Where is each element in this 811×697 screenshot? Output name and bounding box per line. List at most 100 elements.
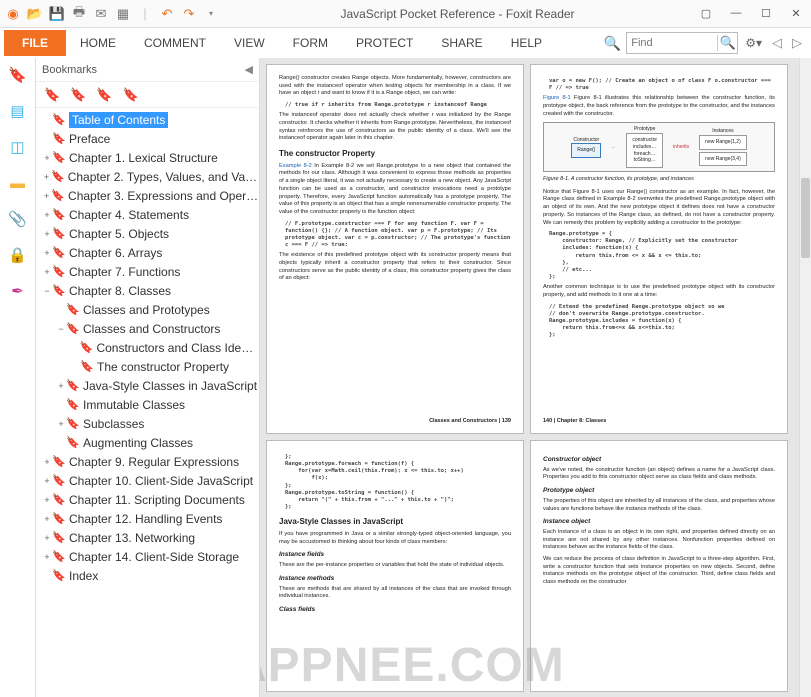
goto-bookmark-icon[interactable]: 🔖 [96, 87, 112, 103]
bookmark-item[interactable]: +🔖Chapter 12. Handling Events [42, 509, 259, 528]
tab-comment[interactable]: COMMENT [130, 30, 220, 56]
comments-tab-icon[interactable]: ▬ [7, 172, 29, 194]
bookmark-item[interactable]: +🔖Chapter 14. Client-Side Storage [42, 547, 259, 566]
bookmark-item[interactable]: +🔖Constructors and Class Identity [42, 338, 259, 357]
expand-all-icon[interactable]: 🔖 [44, 87, 60, 103]
bookmark-item[interactable]: +🔖Chapter 2. Types, Values, and Variable… [42, 167, 259, 186]
close-button[interactable]: ✕ [785, 7, 807, 20]
bookmark-item[interactable]: +🔖Chapter 1. Lexical Structure [42, 148, 259, 167]
bookmark-label: Chapter 9. Regular Expressions [69, 455, 239, 469]
undo-icon[interactable]: ↶ [158, 5, 176, 23]
find-next-icon[interactable]: ▷ [789, 35, 805, 51]
tree-toggle-icon[interactable]: + [42, 552, 52, 562]
tab-share[interactable]: SHARE [427, 30, 496, 56]
scrollbar-thumb[interactable] [801, 178, 810, 258]
find-prev-icon[interactable]: ◁ [769, 35, 785, 51]
page-142: Constructor object As we've noted, the c… [530, 440, 788, 692]
tab-file[interactable]: FILE [4, 30, 66, 56]
bookmarks-tab-icon[interactable]: 🔖 [7, 64, 29, 86]
signatures-tab-icon[interactable]: ✒ [7, 280, 29, 302]
tree-toggle-icon[interactable]: + [42, 533, 52, 543]
bookmark-icon: 🔖 [52, 151, 66, 164]
delete-bookmark-icon[interactable]: 🔖 [123, 87, 139, 103]
bookmark-label: Preface [69, 132, 110, 146]
tab-protect[interactable]: PROTECT [342, 30, 427, 56]
bookmark-item[interactable]: +🔖Subclasses [42, 414, 259, 433]
tree-toggle-icon[interactable]: + [42, 514, 52, 524]
tree-toggle-icon[interactable]: + [42, 267, 52, 277]
find-go-icon[interactable]: 🔍 [717, 35, 737, 51]
tab-form[interactable]: FORM [279, 30, 342, 56]
layers-tab-icon[interactable]: ◫ [7, 136, 29, 158]
bookmark-icon: 🔖 [52, 455, 66, 468]
bookmark-icon: 🔖 [52, 531, 66, 544]
bookmark-item[interactable]: +🔖Chapter 7. Functions [42, 262, 259, 281]
qat-dropdown-icon[interactable]: ▾ [202, 5, 220, 23]
tree-toggle-icon[interactable]: + [42, 457, 52, 467]
bookmark-item[interactable]: +🔖Immutable Classes [42, 395, 259, 414]
tab-help[interactable]: HELP [497, 30, 556, 56]
tree-toggle-icon[interactable]: + [42, 495, 52, 505]
email-icon[interactable]: ✉ [92, 5, 110, 23]
tree-toggle-icon[interactable]: + [56, 381, 66, 391]
new-bookmark-icon[interactable]: 🔖 [70, 87, 86, 103]
bookmark-icon: 🔖 [52, 284, 66, 297]
open-icon[interactable]: 📂 [26, 5, 44, 23]
left-nav-rail: 🔖 ▤ ◫ ▬ 📎 🔒 ✒ [0, 58, 36, 697]
bookmark-item[interactable]: +🔖Chapter 4. Statements [42, 205, 259, 224]
tree-toggle-icon[interactable]: + [56, 419, 66, 429]
tab-home[interactable]: HOME [66, 30, 130, 56]
bookmark-item[interactable]: +🔖Chapter 13. Networking [42, 528, 259, 547]
bookmark-item[interactable]: +🔖Chapter 9. Regular Expressions [42, 452, 259, 471]
tree-toggle-icon[interactable]: + [42, 172, 51, 182]
bookmark-item[interactable]: +🔖Java-Style Classes in JavaScript [42, 376, 259, 395]
print-icon[interactable]: 🖶 [70, 5, 88, 23]
tree-toggle-icon[interactable]: + [42, 153, 52, 163]
ribbon-tabs: FILE HOME COMMENT VIEW FORM PROTECT SHAR… [0, 28, 811, 58]
tab-view[interactable]: VIEW [220, 30, 279, 56]
bookmark-icon: 🔖 [66, 398, 80, 411]
minimize-button[interactable]: — [725, 7, 747, 20]
bookmark-item[interactable]: +🔖Chapter 3. Expressions and Operators [42, 186, 259, 205]
find-input[interactable] [627, 37, 717, 49]
bookmark-item[interactable]: +🔖Chapter 11. Scripting Documents [42, 490, 259, 509]
bookmark-item[interactable]: +🔖Augmenting Classes [42, 433, 259, 452]
bookmark-icon: 🔖 [66, 379, 80, 392]
ribbon-toggle-icon[interactable]: ▢ [695, 7, 717, 20]
pages-tab-icon[interactable]: ▤ [7, 100, 29, 122]
bookmark-item[interactable]: +🔖Chapter 6. Arrays [42, 243, 259, 262]
security-tab-icon[interactable]: 🔒 [7, 244, 29, 266]
bookmark-item[interactable]: +🔖Preface [42, 129, 259, 148]
bookmark-item[interactable]: +🔖Index [42, 566, 259, 585]
find-settings-icon[interactable]: ⚙▾ [742, 36, 765, 50]
bookmark-item[interactable]: +🔖Chapter 5. Objects [42, 224, 259, 243]
tree-toggle-icon[interactable]: − [56, 324, 66, 334]
document-area[interactable]: Range() constructor creates Range object… [260, 58, 811, 697]
bookmark-label: Chapter 14. Client-Side Storage [69, 550, 239, 564]
bookmark-label: Chapter 4. Statements [69, 208, 189, 222]
tree-toggle-icon[interactable]: + [42, 476, 52, 486]
tree-toggle-icon[interactable]: + [42, 210, 52, 220]
snapshot-icon[interactable]: ▦ [114, 5, 132, 23]
collapse-panel-icon[interactable]: ◀ [245, 63, 253, 76]
bookmark-label: Chapter 3. Expressions and Operators [68, 189, 259, 203]
tree-toggle-icon[interactable]: + [42, 229, 52, 239]
bookmark-item[interactable]: +🔖Classes and Prototypes [42, 300, 259, 319]
divider: | [136, 5, 154, 23]
attachments-tab-icon[interactable]: 📎 [7, 208, 29, 230]
vertical-scrollbar[interactable] [799, 58, 811, 697]
maximize-button[interactable]: ☐ [755, 7, 777, 20]
bookmark-item[interactable]: −🔖Chapter 8. Classes [42, 281, 259, 300]
bookmark-item[interactable]: +🔖The constructor Property [42, 357, 259, 376]
bookmark-item[interactable]: +🔖Table of Contents [42, 110, 259, 129]
bookmark-item[interactable]: +🔖Chapter 10. Client-Side JavaScript [42, 471, 259, 490]
redo-icon[interactable]: ↷ [180, 5, 198, 23]
tree-toggle-icon[interactable]: − [42, 286, 52, 296]
bookmark-item[interactable]: −🔖Classes and Constructors [42, 319, 259, 338]
save-icon[interactable]: 💾 [48, 5, 66, 23]
tree-toggle-icon[interactable]: + [42, 248, 52, 258]
bookmark-icon: 🔖 [52, 512, 66, 525]
tree-toggle-icon[interactable]: + [42, 191, 51, 201]
bookmark-label: The constructor Property [97, 360, 229, 374]
search-icon[interactable]: 🔍 [602, 33, 622, 53]
